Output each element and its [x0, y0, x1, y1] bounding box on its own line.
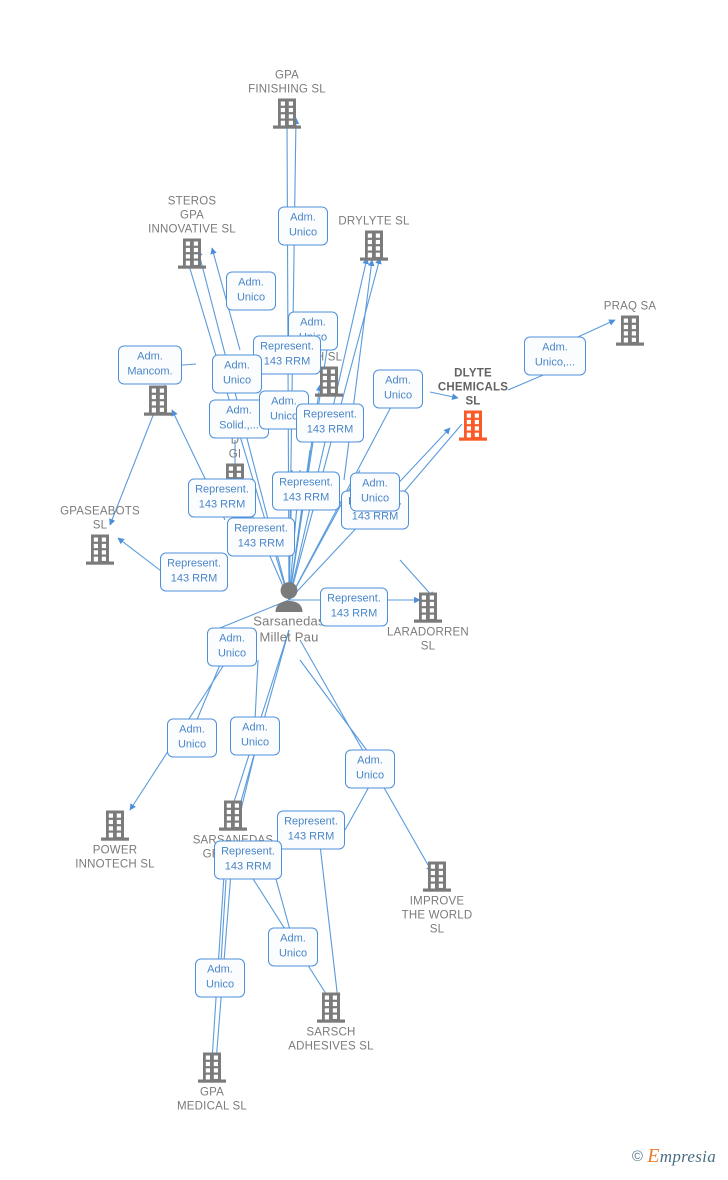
edge-label[interactable]: Represent. 143 RRM: [188, 478, 256, 518]
edge-label[interactable]: Adm. Unico: [268, 927, 318, 967]
building-icon: [359, 229, 389, 263]
graph-edge: [195, 659, 223, 723]
edge-label[interactable]: Adm. Unico: [350, 472, 400, 512]
node-label: STEROS GPA INNOVATIVE SL: [148, 195, 236, 236]
building-icon: [615, 314, 645, 348]
edge-label[interactable]: Adm. Unico: [345, 749, 395, 789]
graph-node-dlyte_chemicals[interactable]: DLYTE CHEMICALS SL: [413, 366, 533, 443]
building-icon: [422, 860, 452, 894]
graph-node-power_innotech[interactable]: POWER INNOTECH SL: [55, 809, 175, 872]
edge-label[interactable]: Represent. 143 RRM: [227, 517, 295, 557]
building-icon: [85, 533, 115, 567]
edge-label[interactable]: Adm. Unico: [226, 271, 276, 311]
graph-edge: [254, 659, 259, 721]
node-label: SARSCH ADHESIVES SL: [288, 1026, 374, 1053]
graph-node-steros_gpa[interactable]: STEROS GPA INNOVATIVE SL: [132, 194, 252, 271]
node-label: GPA MEDICAL SL: [177, 1086, 247, 1113]
edge-label[interactable]: Represent. 143 RRM: [160, 552, 228, 592]
building-icon: [458, 409, 488, 443]
edge-label[interactable]: Adm. Unico: [212, 354, 262, 394]
building-icon: [197, 1051, 227, 1085]
building-icon: [143, 384, 173, 418]
copyright-symbol: ©: [631, 1148, 644, 1165]
node-label: Sarsanedas Millet Pau: [253, 613, 325, 645]
node-label: DLYTE CHEMICALS SL: [437, 367, 509, 408]
node-label: GPA FINISHING SL: [248, 69, 326, 96]
edge-label[interactable]: Adm. Unico,...: [524, 336, 586, 376]
graph-node-gpaseabots[interactable]: GPASEABOTS SL: [40, 504, 160, 567]
graph-node-drylyte[interactable]: DRYLYTE SL: [314, 214, 434, 263]
node-label: PRAQ SA: [603, 300, 657, 313]
graph-node-gpa_medical[interactable]: GPA MEDICAL SL: [152, 1051, 272, 1114]
node-label: POWER INNOTECH SL: [75, 844, 155, 871]
graph-node-sarsch[interactable]: SARSCH ADHESIVES SL: [271, 991, 391, 1054]
node-label: GPASEABOTS SL: [60, 505, 140, 532]
node-label: DRYLYTE SL: [338, 215, 410, 228]
graph-edge: [344, 784, 371, 831]
node-label: LARADORREN SL: [387, 626, 469, 653]
edge-label[interactable]: Represent. 143 RRM: [214, 840, 282, 880]
edge-label[interactable]: Adm. Unico: [278, 206, 328, 246]
graph-node-praq[interactable]: PRAQ SA: [570, 299, 690, 348]
edge-label[interactable]: Adm. Unico: [373, 369, 423, 409]
graph-edge: [319, 844, 341, 1001]
brand-name: mpresia: [659, 1146, 716, 1166]
building-icon: [100, 809, 130, 843]
edge-label[interactable]: Adm. Unico: [167, 718, 217, 758]
building-icon: [272, 97, 302, 131]
building-icon: [413, 591, 443, 625]
edge-label[interactable]: Adm. Unico: [230, 716, 280, 756]
person-icon: [272, 581, 306, 613]
graph-edge: [299, 659, 369, 753]
network-graph-canvas: GPA FINISHING SL STEROS GPA INNOVATIVE SL…: [0, 0, 728, 1180]
edge-label[interactable]: Represent. 143 RRM: [272, 471, 340, 511]
edge-label[interactable]: Adm. Unico: [207, 627, 257, 667]
edge-label[interactable]: Represent. 143 RRM: [320, 587, 388, 627]
edge-label[interactable]: Adm. Unico: [195, 958, 245, 998]
brand-initial: E: [647, 1145, 660, 1167]
edge-label[interactable]: Represent. 143 RRM: [296, 403, 364, 443]
watermark: © Empresia: [632, 1145, 716, 1168]
edge-label[interactable]: Represent. 143 RRM: [277, 810, 345, 850]
edge-label[interactable]: Adm. Mancom.: [118, 345, 182, 385]
graph-node-improve_world[interactable]: IMPROVE THE WORLD SL: [377, 860, 497, 937]
building-icon: [177, 237, 207, 271]
graph-node-gpa_finishing[interactable]: GPA FINISHING SL: [227, 68, 347, 131]
node-label: IMPROVE THE WORLD SL: [401, 895, 473, 936]
edge-label[interactable]: Represent. 143 RRM: [253, 335, 321, 375]
building-icon: [316, 991, 346, 1025]
building-icon: [218, 799, 248, 833]
